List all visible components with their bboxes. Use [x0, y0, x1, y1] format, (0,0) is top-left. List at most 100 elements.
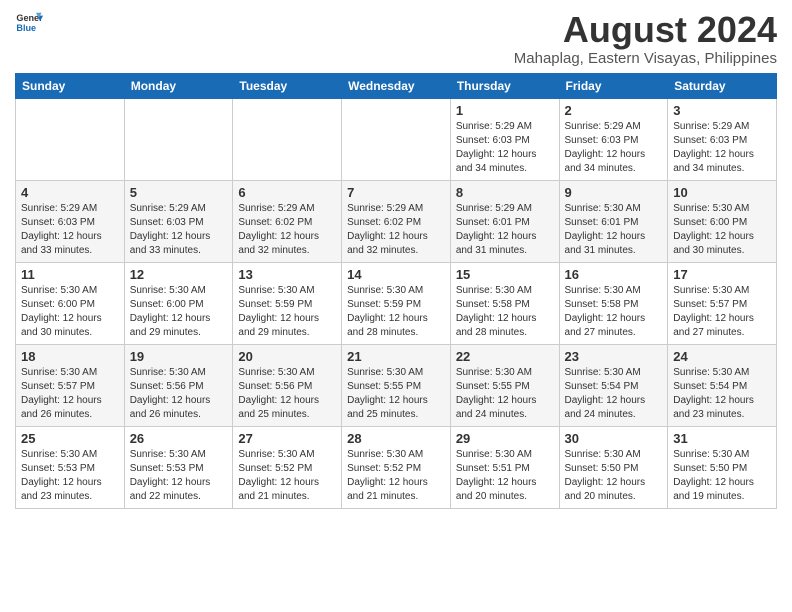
cell-content: Sunrise: 5:29 AM Sunset: 6:03 PM Dayligh…: [21, 202, 119, 258]
main-title: August 2024: [514, 10, 777, 50]
calendar-cell: 14 Sunrise: 5:30 AM Sunset: 5:59 PM Dayli…: [342, 262, 451, 344]
cell-content: Sunrise: 5:30 AM Sunset: 5:53 PM Dayligh…: [130, 448, 228, 504]
cell-content: Sunrise: 5:30 AM Sunset: 5:50 PM Dayligh…: [673, 448, 771, 504]
cell-content: Sunrise: 5:30 AM Sunset: 5:54 PM Dayligh…: [565, 366, 663, 422]
cell-date-number: 7: [347, 185, 445, 200]
calendar-cell: 12 Sunrise: 5:30 AM Sunset: 6:00 PM Dayli…: [124, 262, 233, 344]
cell-content: Sunrise: 5:30 AM Sunset: 5:59 PM Dayligh…: [347, 284, 445, 340]
calendar-cell: 9 Sunrise: 5:30 AM Sunset: 6:01 PM Daylig…: [559, 180, 668, 262]
cell-content: Sunrise: 5:30 AM Sunset: 6:00 PM Dayligh…: [673, 202, 771, 258]
cell-content: Sunrise: 5:29 AM Sunset: 6:03 PM Dayligh…: [456, 120, 554, 176]
cell-content: Sunrise: 5:30 AM Sunset: 5:53 PM Dayligh…: [21, 448, 119, 504]
cell-date-number: 27: [238, 431, 336, 446]
calendar-cell: 5 Sunrise: 5:29 AM Sunset: 6:03 PM Daylig…: [124, 180, 233, 262]
cell-date-number: 12: [130, 267, 228, 282]
cell-date-number: 23: [565, 349, 663, 364]
calendar-cell: 16 Sunrise: 5:30 AM Sunset: 5:58 PM Dayli…: [559, 262, 668, 344]
cell-content: Sunrise: 5:30 AM Sunset: 5:58 PM Dayligh…: [565, 284, 663, 340]
calendar-week-5: 25Sunrise: 5:30 AM Sunset: 5:53 PM Dayli…: [16, 426, 777, 508]
calendar-cell: [16, 98, 125, 180]
cell-content: Sunrise: 5:30 AM Sunset: 5:54 PM Dayligh…: [673, 366, 771, 422]
cell-content: Sunrise: 5:29 AM Sunset: 6:03 PM Dayligh…: [565, 120, 663, 176]
calendar-cell: [342, 98, 451, 180]
cell-date-number: 6: [238, 185, 336, 200]
calendar-cell: 19Sunrise: 5:30 AM Sunset: 5:56 PM Dayli…: [124, 344, 233, 426]
day-header-thursday: Thursday: [450, 73, 559, 98]
calendar-cell: [233, 98, 342, 180]
cell-date-number: 29: [456, 431, 554, 446]
calendar-cell: 17 Sunrise: 5:30 AM Sunset: 5:57 PM Dayli…: [668, 262, 777, 344]
day-header-wednesday: Wednesday: [342, 73, 451, 98]
calendar-cell: 18Sunrise: 5:30 AM Sunset: 5:57 PM Dayli…: [16, 344, 125, 426]
cell-content: Sunrise: 5:30 AM Sunset: 5:56 PM Dayligh…: [238, 366, 336, 422]
cell-content: Sunrise: 5:30 AM Sunset: 6:00 PM Dayligh…: [130, 284, 228, 340]
cell-content: Sunrise: 5:30 AM Sunset: 5:57 PM Dayligh…: [673, 284, 771, 340]
cell-date-number: 17: [673, 267, 771, 282]
calendar-cell: [124, 98, 233, 180]
cell-content: Sunrise: 5:29 AM Sunset: 6:02 PM Dayligh…: [347, 202, 445, 258]
calendar-cell: 28 Sunrise: 5:30 AM Sunset: 5:52 PM Dayli…: [342, 426, 451, 508]
cell-date-number: 9: [565, 185, 663, 200]
calendar-cell: 30Sunrise: 5:30 AM Sunset: 5:50 PM Dayli…: [559, 426, 668, 508]
subtitle: Mahaplag, Eastern Visayas, Philippines: [514, 50, 777, 67]
cell-content: Sunrise: 5:30 AM Sunset: 5:52 PM Dayligh…: [238, 448, 336, 504]
cell-content: Sunrise: 5:30 AM Sunset: 6:01 PM Dayligh…: [565, 202, 663, 258]
cell-content: Sunrise: 5:30 AM Sunset: 5:55 PM Dayligh…: [347, 366, 445, 422]
calendar-cell: 10Sunrise: 5:30 AM Sunset: 6:00 PM Dayli…: [668, 180, 777, 262]
calendar-week-1: 1Sunrise: 5:29 AM Sunset: 6:03 PM Daylig…: [16, 98, 777, 180]
cell-date-number: 20: [238, 349, 336, 364]
logo-icon: General Blue: [15, 10, 43, 38]
calendar-cell: 6 Sunrise: 5:29 AM Sunset: 6:02 PM Daylig…: [233, 180, 342, 262]
calendar-week-4: 18Sunrise: 5:30 AM Sunset: 5:57 PM Dayli…: [16, 344, 777, 426]
cell-content: Sunrise: 5:29 AM Sunset: 6:02 PM Dayligh…: [238, 202, 336, 258]
cell-content: Sunrise: 5:29 AM Sunset: 6:03 PM Dayligh…: [130, 202, 228, 258]
cell-date-number: 2: [565, 103, 663, 118]
calendar-cell: 15Sunrise: 5:30 AM Sunset: 5:58 PM Dayli…: [450, 262, 559, 344]
cell-date-number: 3: [673, 103, 771, 118]
calendar-cell: 7 Sunrise: 5:29 AM Sunset: 6:02 PM Daylig…: [342, 180, 451, 262]
cell-content: Sunrise: 5:29 AM Sunset: 6:01 PM Dayligh…: [456, 202, 554, 258]
logo: General Blue: [15, 10, 43, 38]
cell-date-number: 28: [347, 431, 445, 446]
title-area: August 2024 Mahaplag, Eastern Visayas, P…: [514, 10, 777, 67]
day-header-tuesday: Tuesday: [233, 73, 342, 98]
cell-content: Sunrise: 5:30 AM Sunset: 5:52 PM Dayligh…: [347, 448, 445, 504]
day-header-sunday: Sunday: [16, 73, 125, 98]
calendar-cell: 31Sunrise: 5:30 AM Sunset: 5:50 PM Dayli…: [668, 426, 777, 508]
calendar-cell: 2 Sunrise: 5:29 AM Sunset: 6:03 PM Daylig…: [559, 98, 668, 180]
cell-date-number: 15: [456, 267, 554, 282]
calendar-cell: 4 Sunrise: 5:29 AM Sunset: 6:03 PM Daylig…: [16, 180, 125, 262]
header: General Blue August 2024 Mahaplag, Easte…: [15, 10, 777, 67]
calendar-cell: 3 Sunrise: 5:29 AM Sunset: 6:03 PM Daylig…: [668, 98, 777, 180]
cell-date-number: 4: [21, 185, 119, 200]
day-header-friday: Friday: [559, 73, 668, 98]
calendar-week-2: 4 Sunrise: 5:29 AM Sunset: 6:03 PM Daylig…: [16, 180, 777, 262]
calendar-cell: 23 Sunrise: 5:30 AM Sunset: 5:54 PM Dayli…: [559, 344, 668, 426]
cell-date-number: 13: [238, 267, 336, 282]
cell-content: Sunrise: 5:30 AM Sunset: 5:50 PM Dayligh…: [565, 448, 663, 504]
cell-date-number: 26: [130, 431, 228, 446]
cell-content: Sunrise: 5:30 AM Sunset: 5:59 PM Dayligh…: [238, 284, 336, 340]
calendar-cell: 21 Sunrise: 5:30 AM Sunset: 5:55 PM Dayli…: [342, 344, 451, 426]
day-header-monday: Monday: [124, 73, 233, 98]
calendar-table: SundayMondayTuesdayWednesdayThursdayFrid…: [15, 73, 777, 509]
cell-content: Sunrise: 5:30 AM Sunset: 6:00 PM Dayligh…: [21, 284, 119, 340]
day-header-saturday: Saturday: [668, 73, 777, 98]
calendar-cell: 22Sunrise: 5:30 AM Sunset: 5:55 PM Dayli…: [450, 344, 559, 426]
cell-content: Sunrise: 5:29 AM Sunset: 6:03 PM Dayligh…: [673, 120, 771, 176]
cell-date-number: 24: [673, 349, 771, 364]
calendar-cell: 11Sunrise: 5:30 AM Sunset: 6:00 PM Dayli…: [16, 262, 125, 344]
svg-text:Blue: Blue: [16, 23, 36, 33]
cell-date-number: 14: [347, 267, 445, 282]
cell-date-number: 16: [565, 267, 663, 282]
calendar-week-3: 11Sunrise: 5:30 AM Sunset: 6:00 PM Dayli…: [16, 262, 777, 344]
calendar-cell: 26 Sunrise: 5:30 AM Sunset: 5:53 PM Dayli…: [124, 426, 233, 508]
cell-date-number: 21: [347, 349, 445, 364]
calendar-cell: 27 Sunrise: 5:30 AM Sunset: 5:52 PM Dayli…: [233, 426, 342, 508]
cell-date-number: 5: [130, 185, 228, 200]
calendar-cell: 29Sunrise: 5:30 AM Sunset: 5:51 PM Dayli…: [450, 426, 559, 508]
calendar-cell: 20 Sunrise: 5:30 AM Sunset: 5:56 PM Dayli…: [233, 344, 342, 426]
calendar-header: SundayMondayTuesdayWednesdayThursdayFrid…: [16, 73, 777, 98]
cell-date-number: 18: [21, 349, 119, 364]
cell-content: Sunrise: 5:30 AM Sunset: 5:56 PM Dayligh…: [130, 366, 228, 422]
